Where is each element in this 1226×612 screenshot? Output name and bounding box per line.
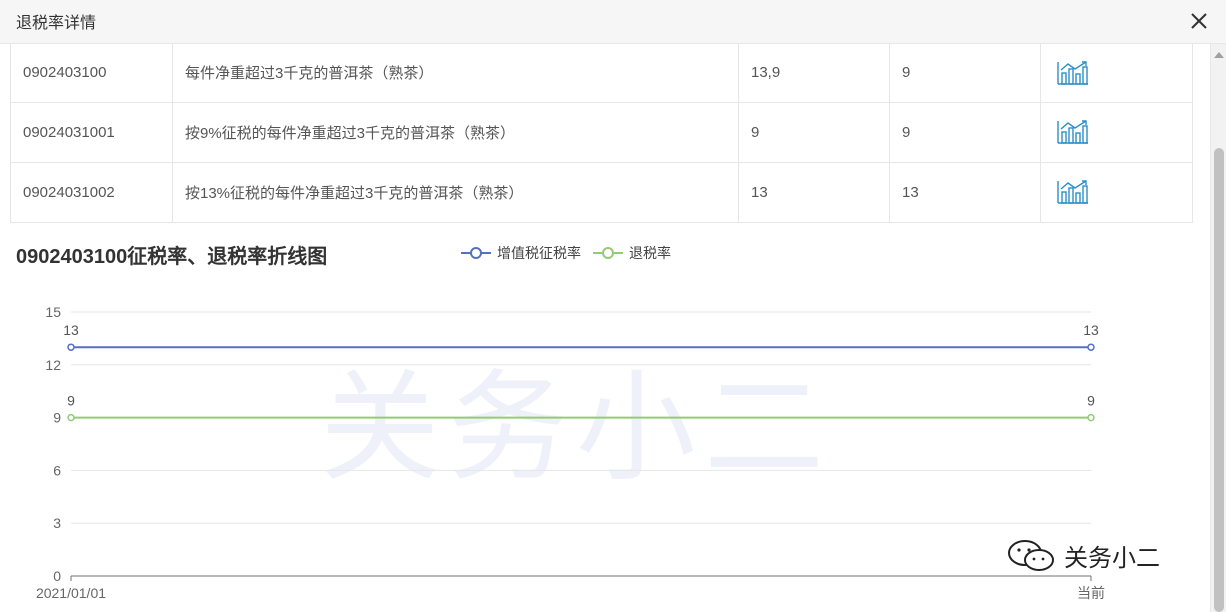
line-chart-icon[interactable]	[1057, 119, 1089, 145]
y-tick-label: 3	[53, 515, 61, 531]
x-tick-label: 2021/01/01	[36, 585, 106, 601]
hs-code-cell: 0902403100	[10, 44, 173, 103]
data-label: 9	[67, 393, 75, 409]
line-chart-icon[interactable]	[1057, 179, 1089, 205]
chart-action-cell	[1040, 101, 1193, 163]
chart-legend: 增值税征税率 退税率	[461, 243, 683, 263]
dialog-title: 退税率详情	[16, 15, 97, 32]
y-tick-label: 6	[53, 462, 61, 478]
chart-action-cell	[1040, 44, 1193, 103]
product-name-cell: 按13%征税的每件净重超过3千克的普洱茶（熟茶）	[172, 161, 739, 223]
dialog-header: 退税率详情	[0, 0, 1226, 44]
legend-label: 退税率	[629, 245, 671, 261]
data-point	[1087, 343, 1095, 351]
legend-item-refund[interactable]: 退税率	[593, 243, 671, 263]
wechat-icon	[1008, 539, 1054, 571]
tax-refund-dialog: 退税率详情 0902403100 每件净重超过3千克的普洱茶（熟茶） 13,9 …	[0, 0, 1226, 612]
vat-rate-cell: 13,9	[738, 44, 890, 103]
scroll-thumb[interactable]	[1214, 148, 1224, 612]
table-row: 09024031001 按9%征税的每件净重超过3千克的普洱茶（熟茶） 9 9	[10, 101, 1193, 163]
product-name-cell: 按9%征税的每件净重超过3千克的普洱茶（熟茶）	[172, 101, 739, 163]
refund-rate-cell: 9	[889, 101, 1041, 163]
data-label: 13	[1083, 322, 1099, 338]
legend-label: 增值税征税率	[497, 245, 581, 261]
data-point	[67, 413, 75, 422]
data-label: 9	[1087, 393, 1095, 409]
tax-rate-table: 0902403100 每件净重超过3千克的普洱茶（熟茶） 13,9 9 0902…	[10, 44, 1193, 223]
y-tick-label: 0	[53, 568, 61, 584]
vat-rate-cell: 13	[738, 161, 890, 223]
scroll-up-icon[interactable]	[1214, 52, 1224, 58]
chart-title: 0902403100征税率、退税率折线图	[16, 246, 328, 268]
legend-item-vat[interactable]: 增值税征税率	[461, 243, 581, 263]
refund-rate-cell: 13	[889, 161, 1041, 223]
line-chart-icon[interactable]	[1057, 60, 1089, 86]
y-tick-label: 15	[45, 304, 61, 320]
product-name-cell: 每件净重超过3千克的普洱茶（熟茶）	[172, 44, 739, 103]
close-icon[interactable]	[1186, 8, 1212, 34]
x-tick-label: 当前	[1077, 585, 1105, 601]
y-tick-label: 9	[53, 410, 61, 426]
vertical-scrollbar[interactable]	[1210, 44, 1226, 612]
data-point	[67, 343, 75, 351]
table-row: 09024031002 按13%征税的每件净重超过3千克的普洱茶（熟茶） 13 …	[10, 161, 1193, 223]
hs-code-cell: 09024031002	[10, 161, 173, 223]
logo-text: 关务小二	[1064, 545, 1160, 572]
data-point	[1087, 413, 1095, 422]
legend-marker-icon	[461, 247, 491, 259]
legend-marker-icon	[593, 247, 623, 259]
brand-logo: 关务小二	[1006, 538, 1160, 573]
vat-rate-cell: 9	[738, 101, 890, 163]
data-label: 13	[63, 322, 79, 338]
y-tick-label: 12	[45, 357, 61, 373]
hs-code-cell: 09024031001	[10, 101, 173, 163]
refund-rate-cell: 9	[889, 44, 1041, 103]
chart-action-cell	[1040, 161, 1193, 223]
table-row: 0902403100 每件净重超过3千克的普洱茶（熟茶） 13,9 9	[10, 44, 1193, 103]
